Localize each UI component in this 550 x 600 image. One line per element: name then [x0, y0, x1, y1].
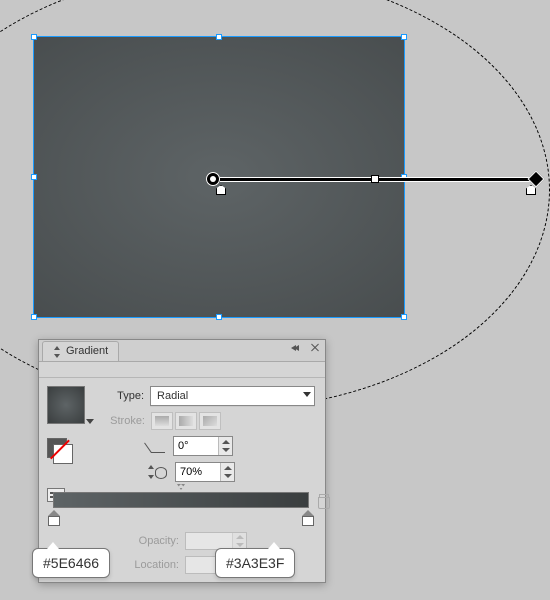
aspect-input[interactable]: [175, 462, 235, 482]
gradient-stops-row: [53, 512, 309, 526]
gradient-origin-handle[interactable]: [206, 172, 220, 186]
stroke-across-icon[interactable]: [199, 412, 221, 430]
gradient-ramp[interactable]: [53, 492, 309, 510]
type-label: Type:: [99, 390, 144, 402]
stroke-along-icon[interactable]: [175, 412, 197, 430]
close-icon[interactable]: [309, 342, 321, 354]
type-select[interactable]: Radial: [150, 386, 315, 406]
opacity-label: Opacity:: [127, 535, 179, 547]
gradient-panel: Gradient Type:: [38, 339, 326, 583]
callout-end-text: #3A3E3F: [226, 555, 284, 571]
panel-collapse-icon[interactable]: [53, 345, 62, 359]
stroke-within-icon[interactable]: [151, 412, 173, 430]
gradient-annotator[interactable]: [214, 173, 536, 185]
gradient-end-handle[interactable]: [528, 171, 545, 188]
callout-start-text: #5E6466: [43, 555, 99, 571]
type-value: Radial: [157, 390, 188, 402]
panel-tab-bar: Gradient: [39, 340, 325, 362]
collapse-icon[interactable]: [291, 343, 303, 353]
chevron-down-icon: [303, 392, 311, 397]
gradient-midpoint-diamond[interactable]: [177, 484, 185, 490]
stroke-label: Stroke:: [99, 415, 145, 427]
angle-stepper[interactable]: [218, 437, 232, 455]
callout-start-color: #5E6466: [32, 548, 110, 578]
angle-icon: [151, 439, 167, 453]
aspect-ratio-icon: [151, 465, 169, 479]
gradient-preview-swatch[interactable]: [47, 386, 85, 424]
angle-field[interactable]: [174, 437, 218, 455]
panel-title: Gradient: [66, 342, 108, 361]
aspect-stepper[interactable]: [220, 463, 234, 481]
location-label: Location:: [127, 559, 179, 571]
aspect-field[interactable]: [176, 463, 220, 481]
gradient-stop-left[interactable]: [48, 510, 60, 524]
swatch-column: [47, 386, 91, 462]
gradient-ramp-track[interactable]: [53, 492, 309, 508]
callout-end-color: #3A3E3F: [215, 548, 295, 578]
gradient-stop-right[interactable]: [302, 510, 314, 524]
tab-gradient[interactable]: Gradient: [42, 341, 119, 361]
swatch-dropdown-icon[interactable]: [86, 419, 94, 424]
trash-icon[interactable]: [317, 494, 329, 508]
gradient-midpoint-handle[interactable]: [371, 175, 379, 183]
fill-stroke-proxy[interactable]: [47, 438, 75, 462]
stroke-gradient-type-group: [151, 412, 221, 430]
angle-input[interactable]: [173, 436, 233, 456]
